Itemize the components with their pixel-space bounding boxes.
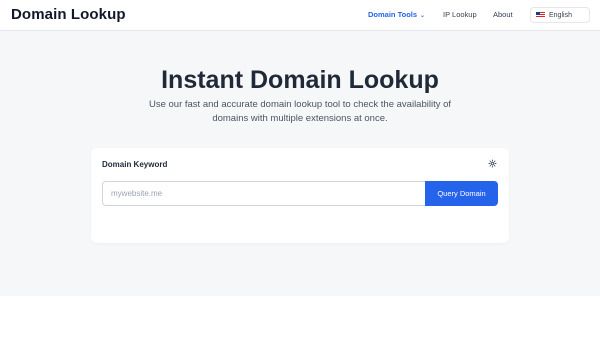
page-subtitle: Use our fast and accurate domain lookup … (130, 98, 470, 125)
brand-logo[interactable]: Domain Lookup (11, 6, 126, 23)
nav-domain-tools[interactable]: Domain Tools ⌄ (368, 10, 425, 19)
chevron-down-icon: ⌄ (420, 13, 426, 19)
language-label: English (549, 11, 572, 19)
gear-icon[interactable] (488, 159, 497, 168)
domain-keyword-input[interactable] (103, 182, 425, 205)
nav-ip-lookup[interactable]: IP Lookup (443, 10, 477, 19)
page-subtitle-line-2: domains with multiple extensions at once… (212, 112, 388, 124)
domain-keyword-label: Domain Keyword (102, 160, 168, 169)
language-selector[interactable]: English (530, 7, 590, 23)
query-domain-button[interactable]: Query Domain (425, 181, 498, 206)
nav-domain-tools-label: Domain Tools (368, 10, 418, 19)
nav-about[interactable]: About (493, 10, 513, 19)
us-flag-icon (536, 12, 545, 18)
domain-input-wrapper (102, 181, 425, 206)
page-title: Instant Domain Lookup (161, 66, 439, 94)
lower-section (0, 296, 600, 337)
top-navbar: Domain Lookup Domain Tools ⌄ IP Lookup Ab… (0, 0, 600, 31)
domain-search-card: Domain Keyword Query Domain (91, 148, 509, 243)
page-subtitle-line-1: Use our fast and accurate domain lookup … (148, 99, 452, 110)
